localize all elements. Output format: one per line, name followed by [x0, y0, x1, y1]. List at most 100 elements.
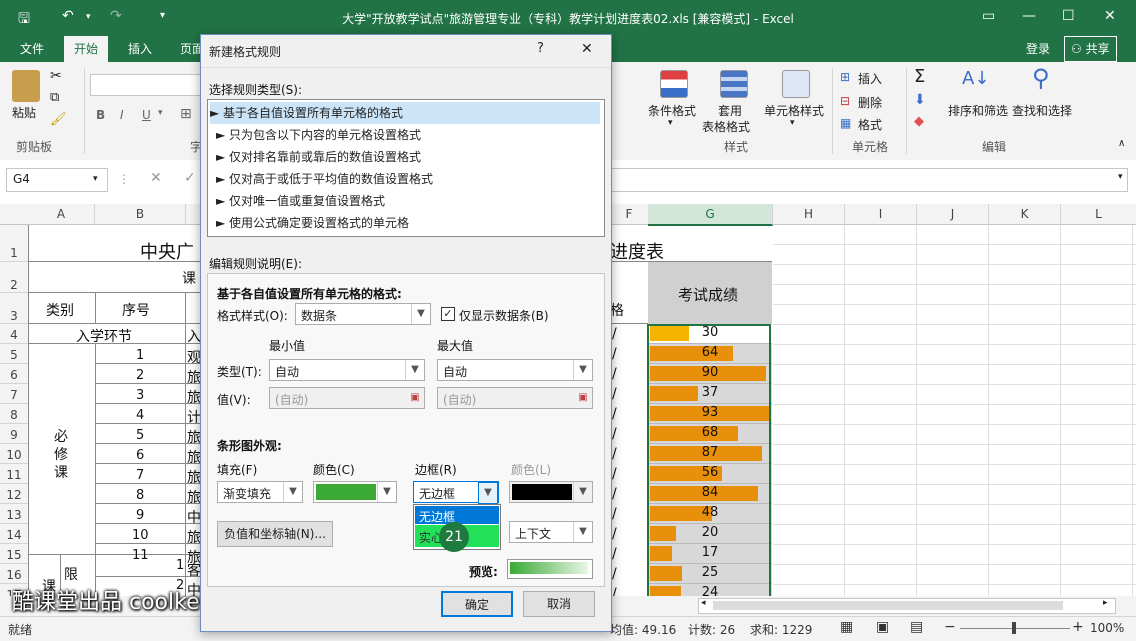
seq-cell[interactable]: 7 — [136, 468, 144, 483]
format-painter-icon[interactable]: 🖌 — [50, 112, 67, 127]
course-cell[interactable]: 观 — [187, 347, 201, 367]
horizontal-scrollbar[interactable]: ◂ ▸ — [698, 598, 1116, 614]
cut-icon[interactable]: ✂ — [50, 68, 62, 84]
negative-axis-button[interactable]: 负值和坐标轴(N)... — [217, 521, 333, 547]
f-mark[interactable]: / — [612, 506, 617, 522]
find-select-button[interactable]: 查找和选择 — [1012, 102, 1072, 119]
rule-type-list[interactable]: ► 基于各自值设置所有单元格的格式 ► 只为包含以下内容的单元格设置格式 ► 仅… — [207, 99, 605, 237]
empty-grid-area[interactable] — [773, 225, 1136, 600]
score-cell[interactable]: 68 — [648, 424, 772, 444]
course-cell[interactable]: 旅 — [187, 527, 201, 547]
f-mark[interactable]: / — [612, 386, 617, 402]
rule-type-item[interactable]: ► 仅对唯一值或重复值设置格式 — [216, 190, 598, 212]
col-header-f[interactable]: F — [610, 204, 649, 225]
row-header-10[interactable]: 10 — [0, 444, 29, 464]
rule-type-item[interactable]: ► 仅对排名靠前或靠后的数值设置格式 — [216, 146, 598, 168]
xian-label[interactable]: 限 — [64, 564, 78, 584]
score-cell[interactable]: 20 — [648, 524, 772, 544]
table-format-label-1[interactable]: 套用 — [718, 102, 742, 119]
name-box-dropdown-icon[interactable]: ▾ — [93, 174, 98, 184]
header-f-partial[interactable]: 格 — [610, 300, 624, 320]
font-name-combo[interactable] — [90, 74, 202, 96]
course-cell[interactable]: 旅 — [187, 387, 201, 407]
dialog-help-button[interactable]: ? — [537, 41, 544, 56]
paste-icon[interactable] — [12, 70, 40, 102]
row-header-5[interactable]: 5 — [0, 344, 29, 364]
seq-cell[interactable]: 9 — [136, 508, 144, 523]
page-layout-view-icon[interactable]: ▣ — [876, 619, 889, 635]
select-all-corner[interactable] — [0, 204, 29, 225]
col-header-i[interactable]: I — [845, 204, 917, 225]
course-cell[interactable]: 旅 — [187, 467, 201, 487]
sort-filter-button[interactable]: 排序和筛选 — [948, 102, 1008, 119]
course-cell[interactable]: 计 — [187, 407, 201, 427]
row-header-15[interactable]: 15 — [0, 544, 29, 564]
f-mark[interactable]: / — [612, 486, 617, 502]
score-cell[interactable]: 90 — [648, 364, 772, 384]
scroll-thumb[interactable] — [713, 601, 1063, 610]
min-type-select[interactable]: 自动 ▼ — [269, 359, 425, 381]
header-grade-cell[interactable]: 考试成绩 — [648, 262, 772, 325]
insert-cells-icon[interactable]: ⊞ — [840, 70, 850, 84]
ok-button[interactable]: 确定 — [441, 591, 513, 617]
chevron-down-icon[interactable]: ▼ — [478, 482, 498, 504]
table-format-label-2[interactable]: 表格格式 — [702, 118, 750, 135]
col-header-g[interactable]: G — [648, 204, 773, 226]
clear-icon[interactable]: ◆ — [914, 114, 924, 129]
rule-type-item[interactable]: ► 基于各自值设置所有单元格的格式 — [210, 102, 600, 124]
share-button[interactable]: ⚇ 共享 — [1064, 36, 1117, 62]
course-cell[interactable]: 旅 — [187, 427, 201, 447]
format-cells-button[interactable]: 格式 — [858, 116, 882, 133]
row-header-11[interactable]: 11 — [0, 464, 29, 484]
row-header-8[interactable]: 8 — [0, 404, 29, 424]
col-header-a[interactable]: A — [28, 204, 95, 225]
minimize-icon[interactable]: — — [1022, 8, 1036, 24]
seq-cell[interactable]: 3 — [136, 388, 144, 403]
course-cell[interactable]: 中 — [187, 507, 201, 527]
name-box[interactable]: G4 ▾ — [6, 168, 108, 192]
row4-b-partial[interactable]: 入 — [187, 326, 201, 346]
conditional-format-button[interactable]: 条件格式 — [648, 102, 696, 119]
max-type-select[interactable]: 自动 ▼ — [437, 359, 593, 381]
row4-label[interactable]: 入学环节 — [76, 326, 132, 346]
header-category[interactable]: 类别 — [46, 300, 74, 320]
zoom-level[interactable]: 100% — [1090, 621, 1124, 635]
format-cells-icon[interactable]: ▦ — [840, 116, 851, 130]
score-cell[interactable]: 56 — [648, 464, 772, 484]
f-mark[interactable]: / — [612, 526, 617, 542]
table-format-icon[interactable] — [720, 70, 748, 98]
f-mark[interactable]: / — [612, 466, 617, 482]
row-header-7[interactable]: 7 — [0, 384, 29, 404]
tab-insert[interactable]: 插入 — [128, 40, 152, 57]
fill-icon[interactable]: ⬇ — [914, 92, 926, 108]
seq-cell[interactable]: 1 — [136, 348, 144, 363]
conditional-format-icon[interactable] — [660, 70, 688, 98]
border-type-select[interactable]: 无边框 ▼ — [413, 481, 499, 504]
insert-cells-button[interactable]: 插入 — [858, 70, 882, 87]
expand-formula-icon[interactable]: ▾ — [1118, 172, 1123, 182]
seq-cell[interactable]: 4 — [136, 408, 144, 423]
course-cell[interactable]: 旅 — [187, 367, 201, 387]
score-cell[interactable]: 84 — [648, 484, 772, 504]
collapse-ribbon-icon[interactable]: ∧ — [1118, 138, 1125, 149]
normal-view-icon[interactable]: ▦ — [840, 619, 853, 635]
row-header-4[interactable]: 4 — [0, 324, 29, 344]
find-select-icon[interactable]: ⚲ — [1032, 64, 1050, 92]
bold-icon[interactable]: B — [96, 108, 105, 122]
cancel-entry-icon[interactable]: ✕ — [150, 170, 162, 186]
paste-label[interactable]: 粘贴 — [12, 104, 36, 121]
fill-type-select[interactable]: 渐变填充 ▼ — [217, 481, 303, 503]
f-mark[interactable]: / — [612, 326, 617, 342]
f-mark[interactable]: / — [612, 446, 617, 462]
row-header-1[interactable]: 1 — [0, 225, 29, 262]
sort-filter-icon[interactable]: A↓ — [962, 68, 989, 89]
rule-type-item[interactable]: ► 仅对高于或低于平均值的数值设置格式 — [216, 168, 598, 190]
f-mark[interactable]: / — [612, 426, 617, 442]
course-cell[interactable]: 客 — [187, 560, 201, 580]
row-header-6[interactable]: 6 — [0, 364, 29, 384]
scroll-left-icon[interactable]: ◂ — [701, 598, 706, 608]
cancel-button[interactable]: 取消 — [523, 591, 595, 617]
score-cell[interactable]: 87 — [648, 444, 772, 464]
col-header-k[interactable]: K — [989, 204, 1061, 225]
bixiu-1[interactable]: 必 — [54, 426, 68, 446]
